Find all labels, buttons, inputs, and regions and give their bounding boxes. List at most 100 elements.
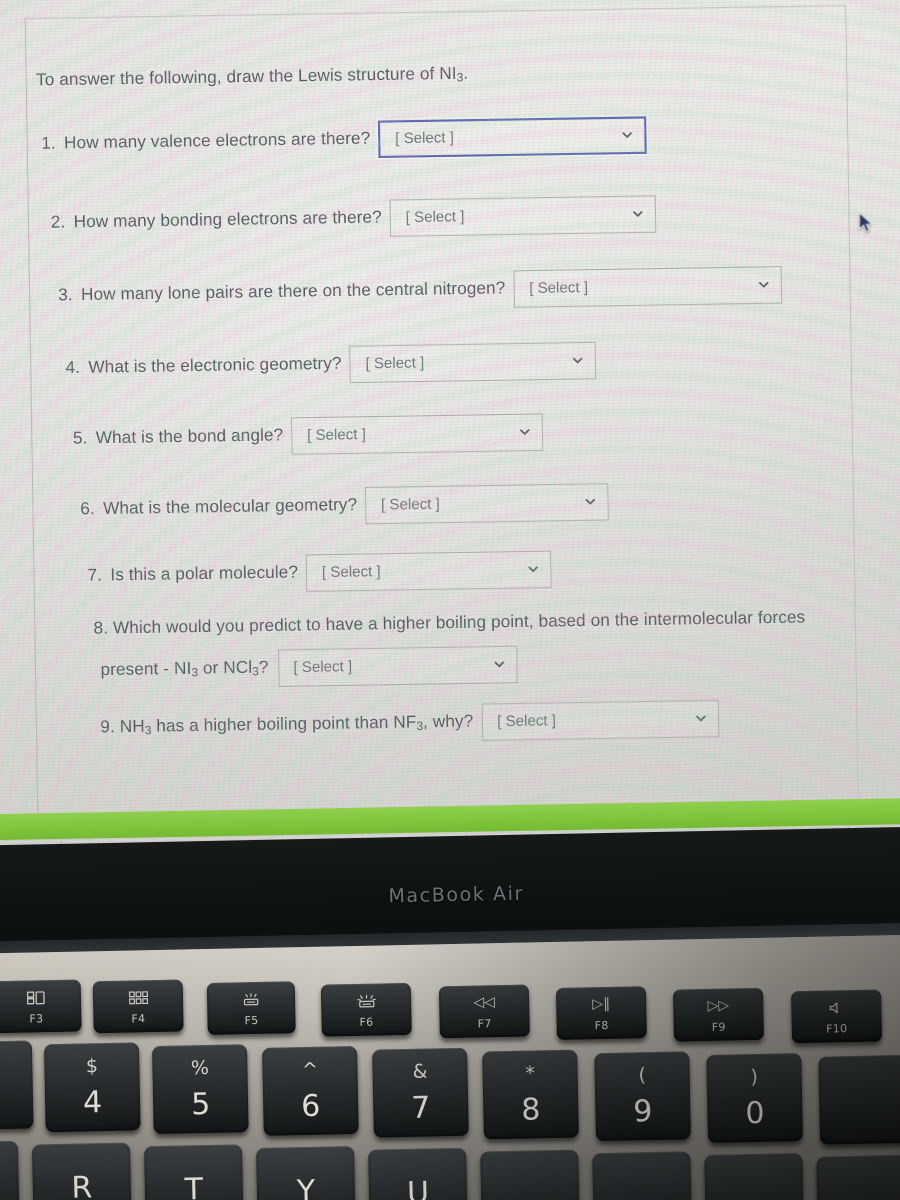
key-9-shift: ( bbox=[638, 1063, 647, 1086]
question-8-line2-a: present - NI bbox=[100, 659, 192, 680]
key-t-letter: T bbox=[184, 1172, 204, 1200]
question-2-number: 2. bbox=[50, 213, 66, 233]
question-1-select[interactable]: [ Select ] bbox=[378, 116, 648, 159]
question-8-line2-c: ? bbox=[258, 657, 269, 677]
question-4-select[interactable]: [ Select ] bbox=[349, 341, 597, 384]
question-9-c: , why? bbox=[422, 711, 474, 732]
page-title-period: . bbox=[463, 64, 469, 83]
question-3-select-value: [ Select ] bbox=[529, 279, 589, 298]
key-6[interactable]: ^ 6 bbox=[262, 1045, 359, 1136]
key-y[interactable]: Y bbox=[256, 1146, 356, 1200]
key-f7[interactable]: ◁◁ F7 bbox=[438, 984, 530, 1039]
key-f3[interactable]: F3 bbox=[0, 979, 82, 1034]
question-6-number: 6. bbox=[80, 499, 95, 519]
question-7-select[interactable]: [ Select ] bbox=[306, 550, 553, 592]
fast-forward-icon: ▷▷ bbox=[707, 997, 730, 1014]
page-title-text: To answer the following, draw the Lewis … bbox=[35, 64, 457, 90]
question-8-select-value: [ Select ] bbox=[293, 658, 353, 677]
key-0-number: 0 bbox=[745, 1095, 765, 1131]
key-f5[interactable]: F5 bbox=[206, 981, 296, 1035]
macbook-brand-label: MacBook Air bbox=[388, 882, 525, 908]
question-row-8: 8. Which would you predict to have a hig… bbox=[93, 607, 806, 690]
key-4[interactable]: $ 4 bbox=[43, 1042, 141, 1133]
question-8-select[interactable]: [ Select ] bbox=[277, 645, 518, 688]
key-p[interactable] bbox=[704, 1153, 805, 1200]
question-4-select-value: [ Select ] bbox=[365, 354, 425, 373]
question-row-7: 7. Is this a polar molecule? [ Select ] bbox=[87, 550, 553, 596]
question-6-select-value: [ Select ] bbox=[380, 496, 440, 514]
chevron-down-icon bbox=[622, 129, 634, 141]
question-5-number: 5. bbox=[72, 429, 88, 449]
keyboard-brightness-down-icon bbox=[242, 989, 260, 1009]
key-i[interactable] bbox=[480, 1149, 580, 1200]
key-7-shift: & bbox=[412, 1060, 428, 1083]
key-f7-label: F7 bbox=[477, 1017, 492, 1031]
question-9-select[interactable]: [ Select ] bbox=[481, 699, 720, 741]
photo-of-laptop-screen: To answer the following, draw the Lewis … bbox=[0, 0, 900, 1200]
key-5[interactable]: % 5 bbox=[151, 1044, 249, 1135]
rewind-icon: ◁◁ bbox=[473, 994, 496, 1011]
question-3-label: How many lone pairs are there on the cen… bbox=[80, 279, 506, 305]
key-7-number: 7 bbox=[410, 1090, 431, 1126]
mute-icon bbox=[829, 997, 843, 1017]
key-u[interactable]: U bbox=[368, 1147, 468, 1200]
key-f8-label: F8 bbox=[594, 1018, 609, 1033]
question-1-select-value: [ Select ] bbox=[395, 129, 455, 148]
question-row-5: 5. What is the bond angle? [ Select ] bbox=[73, 413, 544, 458]
key-0[interactable]: ) 0 bbox=[706, 1053, 804, 1143]
question-7-select-value: [ Select ] bbox=[321, 563, 381, 582]
question-9-number: 9. bbox=[100, 717, 116, 737]
key-t[interactable]: T bbox=[143, 1144, 244, 1200]
key-o[interactable] bbox=[592, 1151, 693, 1200]
laptop-screen: To answer the following, draw the Lewis … bbox=[0, 0, 900, 880]
question-2-label: How many bonding electrons are there? bbox=[73, 208, 382, 232]
chevron-down-icon bbox=[519, 426, 531, 438]
key-f4[interactable]: F4 bbox=[92, 979, 184, 1034]
key-minus[interactable] bbox=[818, 1054, 900, 1145]
chevron-down-icon bbox=[632, 208, 644, 220]
key-e[interactable]: E bbox=[0, 1140, 20, 1200]
laptop-deck: F3 F4 F5 F6 ◁◁ F7 ▷‖ F8 ▷▷ F9 F10 $ 4 % … bbox=[0, 934, 900, 1200]
question-2-select[interactable]: [ Select ] bbox=[389, 195, 657, 237]
question-5-select[interactable]: [ Select ] bbox=[291, 413, 544, 455]
key-r-letter: R bbox=[71, 1170, 93, 1200]
key-f8[interactable]: ▷‖ F8 bbox=[555, 986, 647, 1040]
key-f9[interactable]: ▷▷ F9 bbox=[672, 987, 764, 1042]
question-2-select-value: [ Select ] bbox=[405, 208, 465, 227]
chevron-down-icon bbox=[585, 496, 597, 508]
question-3-number: 3. bbox=[58, 286, 73, 305]
mission-control-icon bbox=[26, 987, 45, 1007]
key-0-shift: ) bbox=[750, 1065, 759, 1088]
key-9-number: 9 bbox=[632, 1093, 653, 1129]
play-pause-icon: ▷‖ bbox=[592, 995, 611, 1013]
chevron-down-icon bbox=[758, 279, 770, 291]
key-8[interactable]: * 8 bbox=[482, 1049, 579, 1140]
question-8-line2-b: or NCl bbox=[197, 658, 253, 678]
key-7[interactable]: & 7 bbox=[372, 1047, 469, 1138]
chevron-down-icon bbox=[528, 563, 540, 575]
key-f3-label: F3 bbox=[29, 1012, 44, 1026]
key-8-shift: * bbox=[525, 1061, 536, 1085]
question-7-label: Is this a polar molecule? bbox=[110, 563, 299, 585]
key-f6[interactable]: F6 bbox=[320, 982, 412, 1037]
key-f10-label: F10 bbox=[826, 1022, 848, 1036]
question-9-a: NH bbox=[119, 717, 145, 737]
key-f6-label: F6 bbox=[359, 1015, 374, 1029]
key-4-number: 4 bbox=[82, 1084, 103, 1120]
key-5-shift: % bbox=[190, 1056, 210, 1079]
key-r[interactable]: R bbox=[31, 1142, 132, 1200]
key-3[interactable]: # 3 bbox=[0, 1040, 34, 1131]
chevron-down-icon bbox=[493, 659, 505, 671]
keyboard-brightness-up-icon bbox=[356, 991, 376, 1011]
question-7-number: 7. bbox=[87, 566, 103, 586]
key-6-shift: ^ bbox=[301, 1058, 319, 1081]
key-9[interactable]: ( 9 bbox=[594, 1051, 691, 1142]
key-bracket-left[interactable] bbox=[816, 1154, 900, 1200]
key-6-number: 6 bbox=[300, 1088, 321, 1124]
key-f10[interactable]: F10 bbox=[791, 989, 883, 1044]
key-f5-label: F5 bbox=[244, 1013, 259, 1028]
question-6-select[interactable]: [ Select ] bbox=[365, 483, 610, 525]
question-3-select[interactable]: [ Select ] bbox=[513, 266, 783, 308]
question-8-number: 8. bbox=[93, 618, 109, 638]
question-4-label: What is the electronic geometry? bbox=[88, 354, 342, 378]
